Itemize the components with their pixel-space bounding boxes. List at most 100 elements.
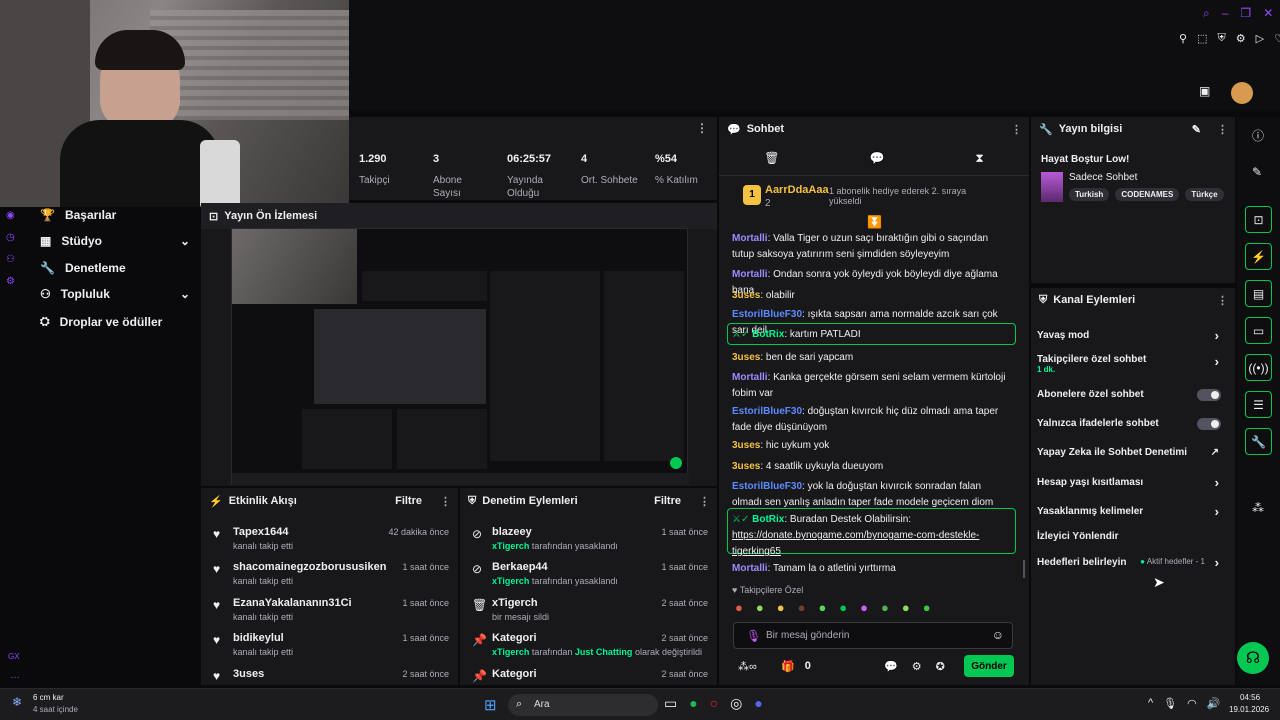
- chat-username[interactable]: BotRix: [752, 329, 784, 340]
- pencil-icon[interactable]: ✎: [1252, 165, 1262, 179]
- rail-button-wrench[interactable]: 🔧: [1245, 428, 1272, 455]
- rail-button-chat[interactable]: ▭: [1245, 317, 1272, 344]
- chat-username[interactable]: Mortalli: [732, 269, 768, 280]
- chat-message[interactable]: Mortalli: Kanka gerçekte görsem seni sel…: [732, 370, 1012, 402]
- chat-message[interactable]: Mortalli: Tamam la o atletini yırttırma: [732, 561, 1012, 577]
- chat-message[interactable]: 3uses: olabilir: [732, 288, 1012, 304]
- clock-icon[interactable]: ◷: [6, 227, 15, 249]
- gear-icon[interactable]: ⚙: [6, 271, 15, 293]
- emote-icon[interactable]: ●: [860, 600, 868, 615]
- taskbar-search[interactable]: ⌕ Ara: [508, 694, 658, 716]
- hourglass-icon[interactable]: ⧗: [975, 151, 983, 166]
- settings-icon[interactable]: ⚙: [1236, 32, 1246, 45]
- ai-moderation-action[interactable]: Yapay Zeka ile Sohbet Denetimi ↗: [1037, 447, 1229, 458]
- stream-info-menu-icon[interactable]: ⋮: [1217, 123, 1228, 136]
- emote-icon[interactable]: ●: [735, 600, 743, 615]
- rail-button-lightning[interactable]: ⚡: [1245, 243, 1272, 270]
- pin-icon[interactable]: ⚲: [1179, 32, 1187, 45]
- emote-icon[interactable]: ●: [777, 600, 785, 615]
- chat-username[interactable]: 3uses: [732, 461, 760, 472]
- bits-icon[interactable]: ⁂∞: [738, 660, 757, 673]
- category-name[interactable]: Sadece Sohbet: [1069, 172, 1137, 183]
- channel-points[interactable]: 🎁 0: [781, 660, 811, 673]
- microphone-icon[interactable]: 🎙: [1163, 697, 1177, 710]
- chat-username[interactable]: Mortalli: [732, 563, 768, 574]
- minimize-icon[interactable]: –: [1222, 6, 1229, 21]
- chat-message[interactable]: Mortalli: Valla Tiger o uzun saçı bırakt…: [732, 231, 1012, 263]
- windows-start-icon[interactable]: ⊞: [484, 696, 497, 714]
- chat-bubble-icon[interactable]: 💬: [884, 660, 898, 673]
- chat-message[interactable]: ⚔✓ BotRix: Buradan Destek Olabilirsin: ht…: [732, 512, 1012, 560]
- mic-icon[interactable]: 🎙: [746, 629, 761, 643]
- heart-icon[interactable]: ♡: [1274, 32, 1280, 45]
- emote-icon[interactable]: ●: [798, 600, 806, 615]
- trash-icon[interactable]: 🗑: [764, 151, 779, 165]
- circle-icon[interactable]: ◉: [6, 205, 15, 227]
- subscribers-only-action[interactable]: Abonelere özel sohbet: [1037, 389, 1229, 401]
- chat-message[interactable]: ⚔✓ BotRix: kartım PATLADI: [732, 327, 1012, 343]
- chat-message[interactable]: EstorilBlueF30: doğuştan kıvırcık hiç dü…: [732, 404, 1012, 436]
- rail-button-document[interactable]: ▤: [1245, 280, 1272, 307]
- close-icon[interactable]: ✕: [1263, 6, 1273, 21]
- emote-picker-icon[interactable]: ☺: [992, 628, 1004, 642]
- weather-icon[interactable]: ❄: [12, 695, 22, 709]
- emote-icon[interactable]: ●: [839, 600, 847, 615]
- filter-button[interactable]: Filtre: [654, 495, 681, 507]
- chat-bubble-icon[interactable]: 💬: [870, 151, 885, 165]
- chevron-up-icon[interactable]: ^: [1148, 697, 1153, 710]
- chat-username[interactable]: EstorilBlueF30: [732, 406, 802, 417]
- chat-input[interactable]: 🎙 Bir mesaj gönderin ☺: [733, 622, 1013, 649]
- people-icon[interactable]: ⚇: [6, 249, 15, 271]
- shield-icon[interactable]: ⛨: [1217, 32, 1225, 45]
- wifi-icon[interactable]: ◠: [1187, 697, 1197, 710]
- raid-action[interactable]: İzleyici Yönlendir: [1037, 531, 1229, 542]
- emote-icon[interactable]: ●: [756, 600, 764, 615]
- emote-icon[interactable]: ●: [923, 600, 931, 615]
- goals-action[interactable]: Hedefleri belirleyin ● Aktif hedefler - 1…: [1037, 555, 1229, 570]
- chat-message[interactable]: 3uses: hic uykum yok: [732, 438, 1012, 454]
- rail-button-broadcast[interactable]: ((•)): [1245, 354, 1272, 381]
- slow-mode-action[interactable]: Yavaş mod ›: [1037, 328, 1229, 343]
- account-age-action[interactable]: Hesap yaşı kısıtlaması ›: [1037, 475, 1229, 490]
- emote-icon[interactable]: ●: [902, 600, 910, 615]
- sidebar-item-moderation[interactable]: 🔧 Denetleme: [40, 261, 190, 275]
- stats-menu-icon[interactable]: ⋮: [696, 121, 708, 135]
- chat-message[interactable]: 3uses: ben de sari yapcam: [732, 350, 1012, 366]
- filter-button[interactable]: Filtre: [395, 495, 422, 507]
- sidebar-item-drops[interactable]: ⛭ Droplar ve ödüller: [40, 314, 190, 329]
- subscribers-only-toggle[interactable]: [1197, 389, 1221, 401]
- sidebar-item-studio[interactable]: ▦ Stüdyo ⌄: [40, 234, 190, 248]
- edit-icon[interactable]: ✎: [1192, 123, 1201, 136]
- spotify-icon[interactable]: ●: [689, 695, 697, 712]
- chat-username[interactable]: Mortalli: [732, 372, 768, 383]
- chat-username[interactable]: BotRix: [752, 514, 784, 525]
- support-button[interactable]: ☊: [1237, 642, 1269, 674]
- chat-scrollbar[interactable]: [1023, 560, 1025, 578]
- task-view-icon[interactable]: ▭: [664, 695, 677, 712]
- send-button[interactable]: Gönder: [964, 655, 1014, 677]
- speaker-icon[interactable]: 🔊: [1207, 697, 1221, 710]
- chat-message[interactable]: EstorilBlueF30: yok la doğuştan kıvırcık…: [732, 479, 1012, 511]
- emote-only-toggle[interactable]: [1197, 418, 1221, 430]
- more-icon[interactable]: …: [10, 670, 20, 681]
- pinned-hype-chat[interactable]: 1 AarrDdaAaa 2 1 abonelik hediye ederek …: [719, 175, 1029, 217]
- snapshot-icon[interactable]: ⬚: [1197, 32, 1207, 45]
- category-boxart[interactable]: [1041, 172, 1063, 202]
- verified-icon[interactable]: ✪: [936, 660, 945, 673]
- play-icon[interactable]: ▷: [1256, 32, 1264, 45]
- chat-username[interactable]: EstorilBlueF30: [732, 309, 802, 320]
- emote-only-action[interactable]: Yalnızca ifadelerle sohbet: [1037, 418, 1229, 430]
- sidebar-item-community[interactable]: ⚇ Topluluk ⌄: [40, 287, 190, 301]
- sidebar-item-achievements[interactable]: 🏆 Başarılar: [40, 208, 190, 222]
- theatre-icon[interactable]: ▣: [1199, 84, 1210, 98]
- restore-icon[interactable]: ❐: [1240, 6, 1251, 21]
- scroll-down-icon[interactable]: ⏬: [867, 215, 882, 229]
- chat-username[interactable]: 3uses: [732, 290, 760, 301]
- banned-words-action[interactable]: Yasaklanmış kelimeler ›: [1037, 504, 1229, 519]
- opera-icon[interactable]: ○: [710, 695, 718, 712]
- activity-menu-icon[interactable]: ⋮: [440, 495, 451, 508]
- chat-username[interactable]: Mortalli: [732, 233, 768, 244]
- rail-button-list[interactable]: ☰: [1245, 391, 1272, 418]
- search-icon[interactable]: ⌕: [1203, 6, 1210, 21]
- emote-icon[interactable]: ●: [881, 600, 889, 615]
